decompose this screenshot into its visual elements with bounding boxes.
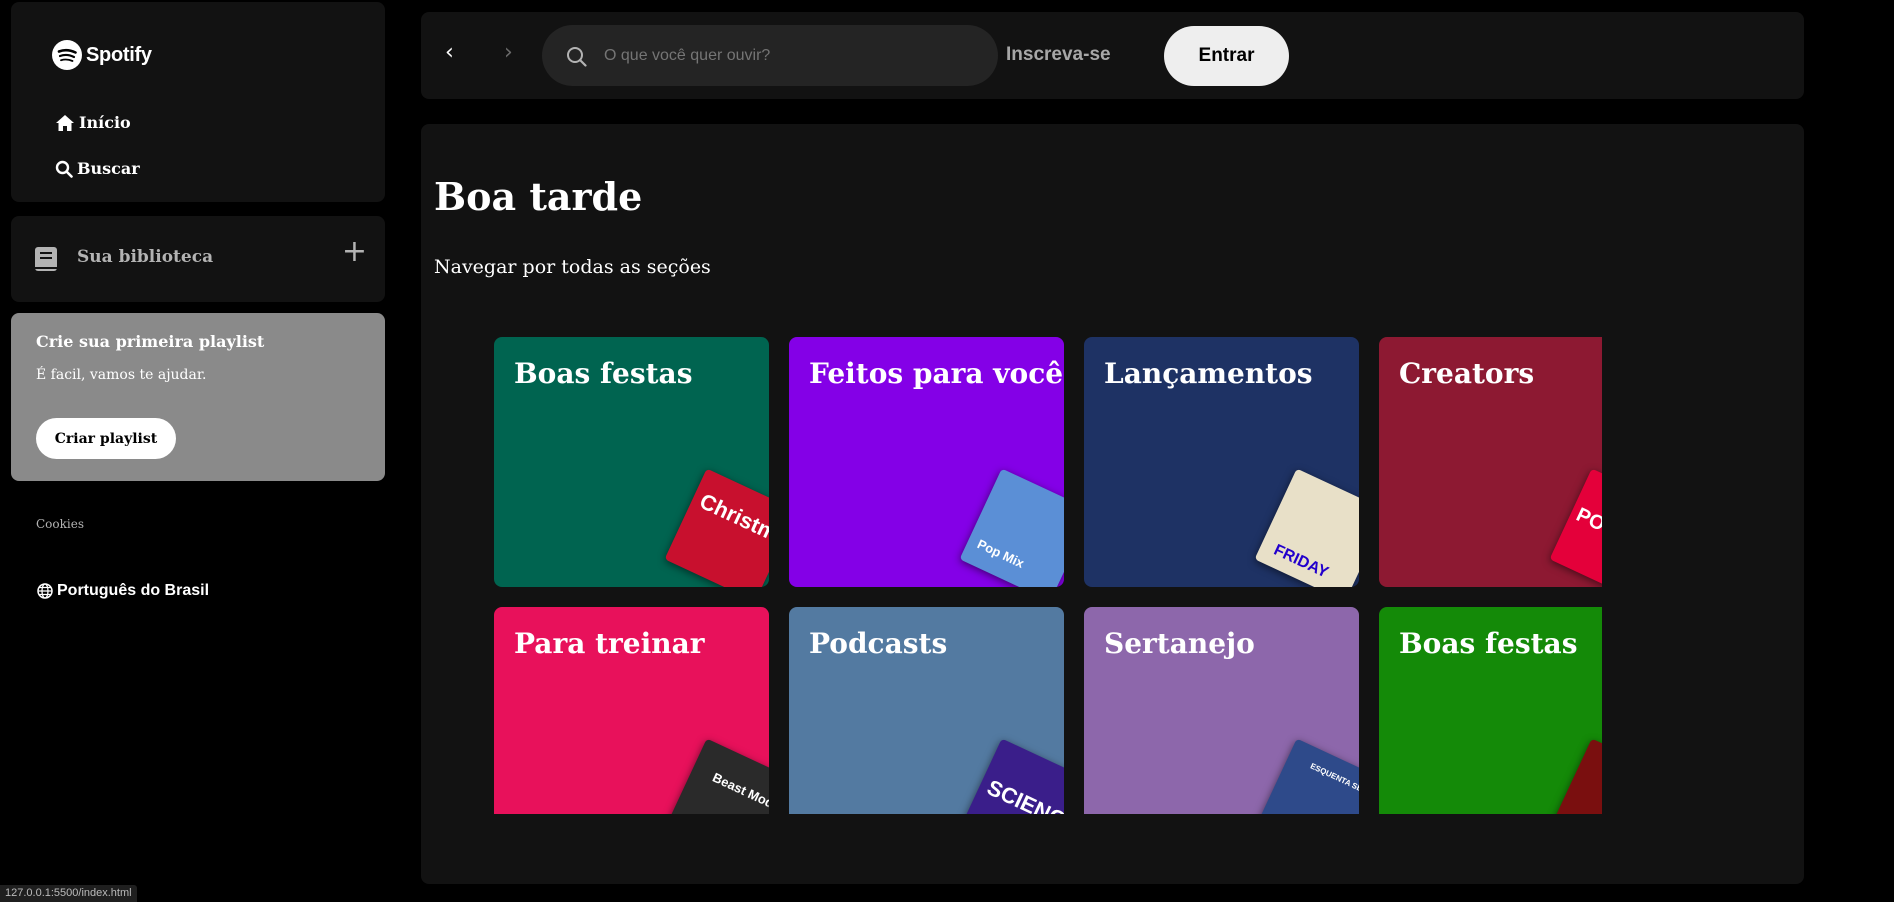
create-playlist-title: Crie sua primeira playlist [36,332,265,351]
category-card-title: Lançamentos [1104,357,1313,390]
sidebar-item-search[interactable]: Buscar [55,159,140,178]
search-input[interactable] [602,37,986,75]
status-bar-url: 127.0.0.1:5500/index.html [0,885,137,902]
category-card-title: Sertanejo [1104,627,1255,660]
category-card-art: Pop Mix [959,468,1064,587]
category-card-art-text: FRIDAY [1271,541,1331,582]
create-playlist-subtitle: É facil, vamos te ajudar. [36,367,207,383]
top-bar: ‹ › Inscreva-se Entrar [421,12,1804,99]
category-card-title: Boas festas [514,357,693,390]
back-arrow-icon[interactable]: ‹ [445,42,454,64]
category-card-title: Podcasts [809,627,948,660]
logo-text: Spotify [86,43,152,66]
search-icon [55,160,73,178]
category-card-art: Christmas Hits [664,468,769,587]
sidebar-item-search-label: Buscar [77,159,140,178]
category-card-title: Feitos para você [809,357,1064,390]
sidebar-item-home[interactable]: Início [55,113,131,132]
spotify-logo[interactable]: Spotify [52,40,152,70]
category-card-title: Creators [1399,357,1535,390]
library-icon [33,245,59,277]
spotify-logo-icon [52,40,82,70]
category-card[interactable]: Feitos para você Pop Mix [789,337,1064,587]
library-panel: Sua biblioteca + [11,216,385,302]
forward-arrow-icon[interactable]: › [504,42,513,64]
search-icon [566,46,587,71]
category-card-art: FRIDAY [1254,468,1359,587]
create-playlist-button[interactable]: Criar playlist [36,418,176,459]
language-label: Português do Brasil [57,582,210,599]
category-grid: Boas festas Christmas Hits Feitos para v… [494,337,1602,814]
category-card-art-text: SCIENCE [983,774,1064,814]
page-title: Boa tarde [434,174,643,219]
category-card-art: Beast Mode [664,738,769,814]
category-card[interactable]: Podcasts SCIENCE [789,607,1064,814]
login-button[interactable]: Entrar [1164,26,1289,86]
category-card[interactable]: Boas festas [1379,607,1602,814]
category-card-art: SCIENCE [959,738,1064,814]
browse-sections-label: Navegar por todas as seções [434,256,711,278]
category-card-art-text: ESQUENTA SERTANEJO [1308,761,1359,810]
language-button[interactable]: Português do Brasil [37,582,209,600]
category-card-art [1549,738,1602,814]
search-box[interactable] [542,25,998,86]
library-title[interactable]: Sua biblioteca [77,247,213,267]
category-card-art-text: Beast Mode [710,769,769,814]
main-content: Boa tarde Navegar por todas as seções Bo… [421,124,1804,884]
create-playlist-plus-icon[interactable]: + [342,237,367,267]
category-card-art-text: Pop Mix [974,536,1027,571]
create-playlist-card: Crie sua primeira playlist É facil, vamo… [11,313,385,481]
signup-link[interactable]: Inscreva-se [1006,44,1111,66]
category-card-art: ESQUENTA SERTANEJO [1254,738,1359,814]
cookies-link[interactable]: Cookies [36,517,84,531]
category-card-art-text: POD DELAS [1572,503,1602,573]
category-card[interactable]: Para treinar Beast Mode [494,607,769,814]
sidebar-item-home-label: Início [79,113,131,132]
sidebar-nav-panel: Spotify Início Buscar [11,2,385,202]
category-card-title: Boas festas [1399,627,1578,660]
category-card[interactable]: Creators POD DELAS [1379,337,1602,587]
category-card-art: POD DELAS [1549,468,1602,587]
category-card[interactable]: Lançamentos FRIDAY [1084,337,1359,587]
category-card-art-text: Christmas Hits [695,488,769,576]
home-icon [56,114,74,131]
category-card-title: Para treinar [514,627,705,660]
category-card[interactable]: Sertanejo ESQUENTA SERTANEJO [1084,607,1359,814]
category-card[interactable]: Boas festas Christmas Hits [494,337,769,587]
globe-icon [37,583,53,599]
